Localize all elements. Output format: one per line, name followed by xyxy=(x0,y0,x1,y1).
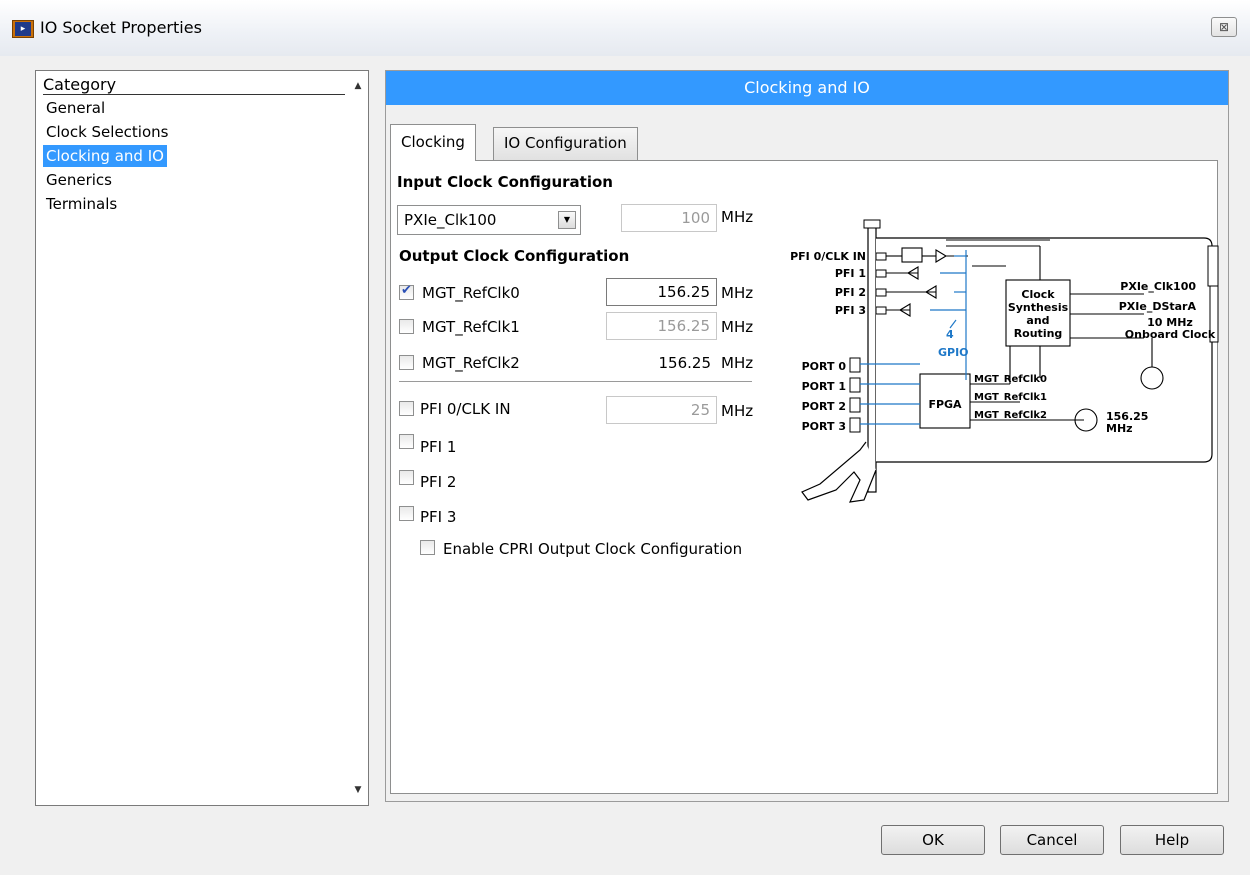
category-item-generics[interactable]: Generics xyxy=(43,169,115,191)
category-item-terminals[interactable]: Terminals xyxy=(43,193,120,215)
pfi2-label: PFI 2 xyxy=(420,473,457,491)
diagram-port3-label: PORT 3 xyxy=(802,420,846,433)
pfi1-label: PFI 1 xyxy=(420,438,457,456)
category-item-clocking-and-io[interactable]: Clocking and IO xyxy=(43,145,167,167)
diagram-mgt1-label: MGT_RefClk1 xyxy=(974,392,1047,403)
cancel-button[interactable]: Cancel xyxy=(1000,825,1104,855)
panel-title: Clocking and IO xyxy=(386,71,1228,105)
title-bar: ▸ IO Socket Properties ⊠ xyxy=(0,0,1250,56)
diagram-osc-label-2: MHz xyxy=(1106,422,1133,435)
close-button[interactable]: ⊠ xyxy=(1211,17,1237,37)
diagram-clock-label-4: Routing xyxy=(1014,327,1063,340)
cpri-label: Enable CPRI Output Clock Configuration xyxy=(443,540,743,558)
mgt-refclk2-frequency-value: 156.25 xyxy=(658,354,712,372)
scroll-down-icon[interactable]: ▼ xyxy=(348,781,368,799)
pfi3-checkbox[interactable] xyxy=(399,506,414,521)
cpri-checkbox[interactable] xyxy=(420,540,435,555)
clocking-block-diagram: PFI 0/CLK IN PFI 1 PFI 2 PFI 3 PORT 0 PO… xyxy=(790,219,1219,503)
ok-button[interactable]: OK xyxy=(881,825,985,855)
diagram-clock-label-1: Clock xyxy=(1021,288,1055,301)
diagram-pxie-clk100-label: PXIe_Clk100 xyxy=(1120,280,1196,293)
input-clock-select[interactable]: PXIe_Clk100 ▼ xyxy=(397,205,581,235)
diagram-pfi1-label: PFI 1 xyxy=(835,267,866,280)
mgt-refclk1-checkbox[interactable] xyxy=(399,319,414,334)
mgt-refclk0-label: MGT_RefClk0 xyxy=(422,284,520,302)
chevron-down-icon[interactable]: ▼ xyxy=(558,211,576,229)
mgt-refclk1-label: MGT_RefClk1 xyxy=(422,318,520,336)
pfi1-checkbox[interactable] xyxy=(399,434,414,449)
divider xyxy=(399,381,752,383)
mgt-refclk2-checkbox[interactable] xyxy=(399,355,414,370)
pfi2-checkbox[interactable] xyxy=(399,470,414,485)
tab-io-configuration[interactable]: IO Configuration xyxy=(493,127,638,160)
diagram-pfi2-label: PFI 2 xyxy=(835,286,866,299)
app-icon: ▸ xyxy=(12,20,34,38)
category-header: Category xyxy=(43,75,345,95)
pfi0-checkbox[interactable] xyxy=(399,401,414,416)
pfi0-frequency-field[interactable]: 25 xyxy=(606,396,717,424)
input-clock-frequency-field[interactable]: 100 xyxy=(621,204,717,232)
diagram-clock-label-3: and xyxy=(1026,314,1049,327)
category-scrollbar[interactable]: ▲ ▼ xyxy=(348,71,368,805)
input-clock-heading: Input Clock Configuration xyxy=(397,173,613,191)
diagram-onboard-label-2: Onboard Clock xyxy=(1125,328,1216,341)
pfi3-label: PFI 3 xyxy=(420,508,457,526)
help-button[interactable]: Help xyxy=(1120,825,1224,855)
scroll-up-icon[interactable]: ▲ xyxy=(348,77,368,95)
diagram-port1-label: PORT 1 xyxy=(802,380,846,393)
mgt-refclk2-label: MGT_RefClk2 xyxy=(422,354,520,372)
tab-clocking[interactable]: Clocking xyxy=(390,124,476,161)
mgt-refclk0-checkbox[interactable] xyxy=(399,283,414,300)
diagram-mgt0-label: MGT_RefClk0 xyxy=(974,374,1047,385)
diagram-pfi3-label: PFI 3 xyxy=(835,304,866,317)
category-item-general[interactable]: General xyxy=(43,97,108,119)
input-clock-select-value: PXIe_Clk100 xyxy=(404,211,497,229)
diagram-port0-label: PORT 0 xyxy=(802,360,847,373)
diagram-gpio-label: GPIO xyxy=(938,346,969,359)
category-list[interactable]: Category General Clock Selections Clocki… xyxy=(35,70,369,806)
window-title: IO Socket Properties xyxy=(40,18,202,37)
pfi0-label: PFI 0/CLK IN xyxy=(420,400,511,418)
output-clock-heading: Output Clock Configuration xyxy=(399,247,630,265)
mgt-refclk0-frequency-field[interactable]: 156.25 xyxy=(606,278,717,306)
diagram-mgt2-label: MGT_RefClk2 xyxy=(974,410,1047,421)
diagram-clock-label-2: Synthesis xyxy=(1008,301,1069,314)
mgt-refclk1-frequency-field[interactable]: 156.25 xyxy=(606,312,717,340)
diagram-port2-label: PORT 2 xyxy=(802,400,846,413)
diagram-gpio-count-label: 4 xyxy=(946,328,954,341)
category-item-clock-selections[interactable]: Clock Selections xyxy=(43,121,171,143)
diagram-fpga-label: FPGA xyxy=(928,398,962,411)
diagram-pfi0-label: PFI 0/CLK IN xyxy=(790,250,866,263)
diagram-pxie-dstara-label: PXIe_DStarA xyxy=(1119,300,1197,313)
